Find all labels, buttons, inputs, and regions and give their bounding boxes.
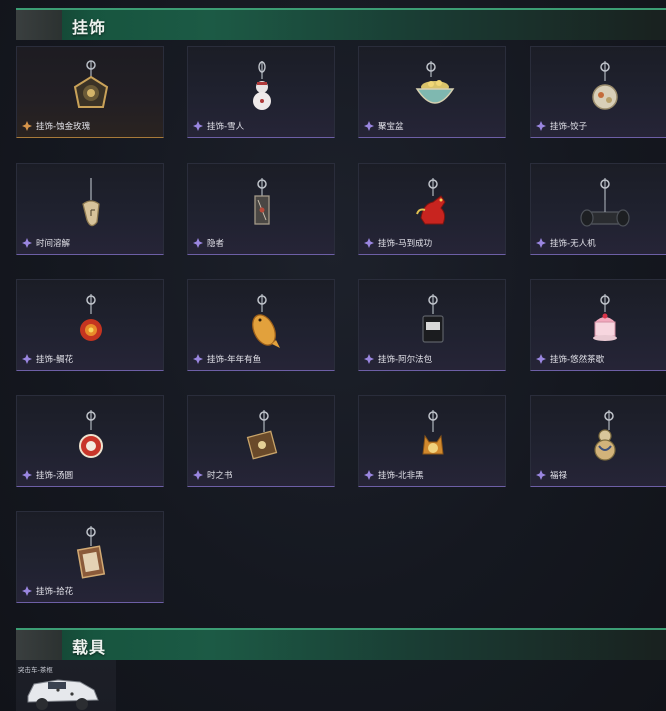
black-cat-charm-icon [422,410,444,455]
rare-rarity-icon [22,238,32,248]
snowman-charm-icon [253,61,271,110]
rose-medallion-charm-icon [73,60,109,108]
alpha-bag-charm-icon [422,294,444,343]
rare-rarity-icon [22,354,32,364]
rare-rarity-icon [364,121,374,131]
rare-rarity-icon [536,238,546,248]
item-label: 挂饰-鲷花 [36,355,74,365]
rare-rarity-icon [22,586,32,596]
item-card-drone[interactable]: 挂饰-无人机 [530,163,666,255]
rare-rarity-icon [193,121,203,131]
header-tab-accent [16,630,62,660]
charms-section-title: 挂饰 [72,18,107,37]
item-card-rice-ball[interactable]: 挂饰-汤圆 [16,395,164,487]
fire-flower-charm-icon [80,294,102,341]
red-horse-charm-icon [416,178,446,225]
gourd-charm-icon [594,410,616,461]
item-label: 挂饰-悠然茶歇 [550,355,605,365]
item-label: 聚宝盆 [378,122,404,132]
rice-ball-charm-icon [79,410,103,458]
legendary-rarity-icon [22,121,32,131]
item-label: 挂饰-北非黑 [378,471,424,481]
item-card-red-horse[interactable]: 挂饰-马到成功 [358,163,506,255]
item-label: 挂饰-饺子 [550,122,588,132]
item-label: 挂饰-无人机 [550,239,596,249]
dumpling-charm-icon [592,61,618,110]
item-label: 挂饰-汤圆 [36,471,74,481]
item-label: 福禄 [550,471,568,481]
rare-rarity-icon [536,470,546,480]
assault-vehicle-icon [27,679,99,710]
tea-cup-charm-icon [593,294,617,341]
item-label: 时间溶解 [36,239,71,249]
item-label: 挂饰-蚀金玫瑰 [36,122,91,132]
fish-charm-icon [252,294,280,348]
item-card-flower-frame[interactable]: 挂饰-拾花 [16,511,164,603]
rare-rarity-icon [22,470,32,480]
inventory-page: { "sections": { "charms": { "title": "挂饰… [0,0,666,711]
item-card-hermit[interactable]: 隐者 [187,163,335,255]
item-card-rose-medallion[interactable]: 挂饰-蚀金玫瑰 [16,46,164,138]
drone-charm-icon [580,178,630,227]
item-card-melting-clock[interactable]: 时间溶解 [16,163,164,255]
charms-section-header: 挂饰 [16,8,666,40]
item-card-fire-flower[interactable]: 挂饰-鲷花 [16,279,164,371]
item-card-tea-cup[interactable]: 挂饰-悠然茶歇 [530,279,666,371]
rare-rarity-icon [193,238,203,248]
rare-rarity-icon [193,354,203,364]
rare-rarity-icon [536,121,546,131]
item-card-book-of-time[interactable]: 时之书 [187,395,335,487]
book-of-time-charm-icon [246,410,278,460]
rare-rarity-icon [536,354,546,364]
treasure-bowl-charm-icon [415,61,455,104]
flower-frame-charm-icon [76,526,106,579]
item-card-alpha-bag[interactable]: 挂饰-阿尔法包 [358,279,506,371]
vehicles-section-header: 载具 [16,628,666,660]
melting-clock-charm-icon [82,178,100,227]
rare-rarity-icon [364,354,374,364]
hermit-card-charm-icon [254,178,270,225]
item-card-black-cat[interactable]: 挂饰-北非黑 [358,395,506,487]
item-label: 挂饰-阿尔法包 [378,355,433,365]
item-label: 挂饰-拾花 [36,587,74,597]
rare-rarity-icon [364,238,374,248]
vehicles-section-title: 载具 [72,638,107,657]
item-card-dumpling[interactable]: 挂饰-饺子 [530,46,666,138]
item-card-treasure-bowl[interactable]: 聚宝盆 [358,46,506,138]
item-label: 时之书 [207,471,233,481]
item-card-snowman[interactable]: 挂饰-雪人 [187,46,335,138]
header-tab-accent [16,10,62,40]
item-card-gourd[interactable]: 福禄 [530,395,666,487]
rare-rarity-icon [193,470,203,480]
item-label: 挂饰-马到成功 [378,239,433,249]
item-card-fish[interactable]: 挂饰-年年有鱼 [187,279,335,371]
item-label: 挂饰-雪人 [207,122,245,132]
item-label: 挂饰-年年有鱼 [207,355,262,365]
item-label: 隐者 [207,239,225,249]
rare-rarity-icon [364,470,374,480]
